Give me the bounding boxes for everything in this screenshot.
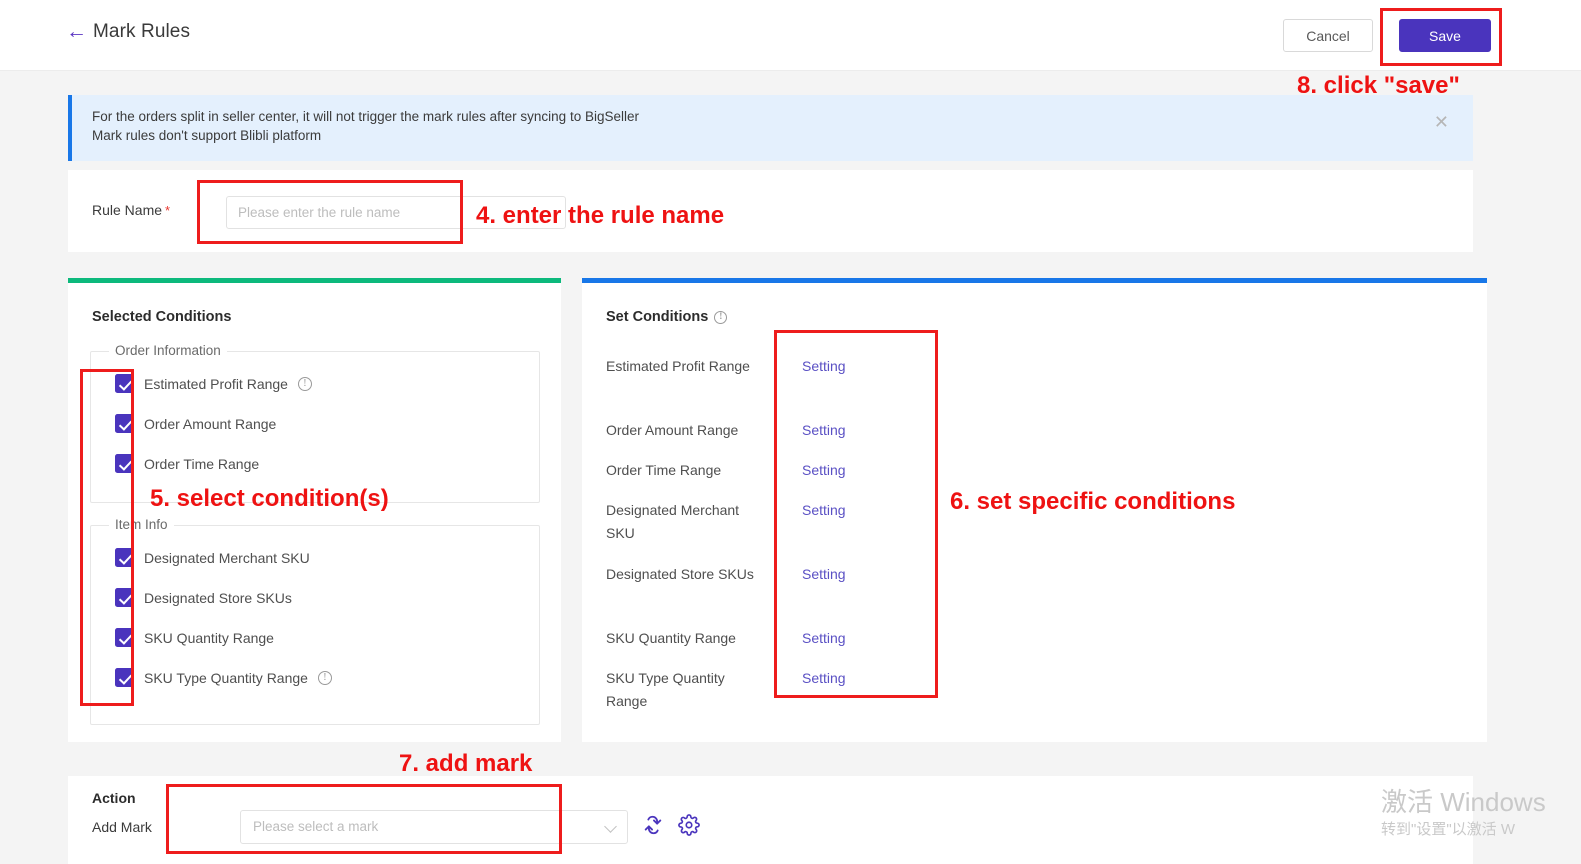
condition-name: SKU Quantity Range [606,630,736,646]
checkbox-icon[interactable] [115,588,134,607]
checkbox-icon[interactable] [115,414,134,433]
checkbox-label: SKU Quantity Range [144,629,274,646]
rule-name-label: Rule Name * [92,202,170,218]
set-conditions-heading: Set Conditions ! [606,309,728,325]
mark-select[interactable]: Please select a mark [240,810,628,844]
back-navigation[interactable]: ← Mark Rules [66,21,190,43]
condition-name: Order Time Range [606,462,722,478]
page-title: Mark Rules [93,21,191,42]
notice-text-line1: For the orders split in seller center, i… [92,109,639,124]
checkbox-label: SKU Type Quantity Range [144,669,308,686]
group-order-information: Order Information Estimated Profit Range… [90,343,540,503]
setting-link[interactable]: Setting [802,627,846,650]
rule-name-input[interactable] [226,196,566,229]
checkbox-label: Designated Merchant SKU [144,549,310,566]
setting-link[interactable]: Setting [802,459,846,482]
action-card: Action Add Mark Please select a mark [68,776,1473,864]
setting-link[interactable]: Setting [802,419,846,442]
checkbox-icon[interactable] [115,374,134,393]
checkbox-label: Order Amount Range [144,415,277,432]
checkbox-icon[interactable] [115,668,134,687]
condition-name: Designated Store SKUs [606,566,754,582]
checkbox-icon[interactable] [115,548,134,567]
refresh-icon[interactable] [642,814,664,841]
mark-select-placeholder: Please select a mark [253,819,379,834]
info-icon[interactable]: ! [297,376,312,391]
info-icon[interactable]: ! [317,670,332,685]
group-order-information-legend: Order Information [109,343,227,358]
save-button[interactable]: Save [1399,19,1491,52]
checkbox-order-time-range[interactable]: Order Time Range [115,454,259,473]
setting-link[interactable]: Setting [802,667,846,690]
add-mark-label: Add Mark [92,819,152,835]
condition-name: Estimated Profit Range [606,358,750,374]
notice-text-line2: Mark rules don't support Blibli platform [92,128,322,143]
setting-link[interactable]: Setting [802,355,846,378]
checkbox-sku-type-quantity-range[interactable]: SKU Type Quantity Range ! [115,668,332,687]
annotation-step-7: 7. add mark [399,750,533,777]
gear-icon[interactable] [678,814,700,841]
set-conditions-card: Set Conditions ! Estimated Profit Range … [582,278,1487,742]
set-conditions-heading-text: Set Conditions [606,309,709,325]
condition-name: Designated Merchant SKU [606,502,740,541]
checkbox-label: Order Time Range [144,455,260,472]
checkbox-label: Designated Store SKUs [144,589,292,606]
selected-conditions-card: Selected Conditions Order Information Es… [68,278,561,742]
notice-banner: For the orders split in seller center, i… [68,95,1473,161]
cancel-button[interactable]: Cancel [1283,19,1373,52]
condition-name: SKU Type Quantity Range [606,670,725,709]
checkbox-designated-merchant-sku[interactable]: Designated Merchant SKU [115,548,310,567]
checkbox-icon[interactable] [115,454,134,473]
selected-conditions-heading: Selected Conditions [92,309,231,325]
checkbox-icon[interactable] [115,628,134,647]
rule-name-card: Rule Name * [68,170,1473,252]
page-header: ← Mark Rules Cancel Save [0,0,1581,71]
action-heading: Action [92,790,136,806]
setting-link[interactable]: Setting [802,499,846,522]
chevron-down-icon[interactable] [604,820,617,833]
group-item-info-legend: Item Info [109,517,174,532]
selected-conditions-heading-text: Selected Conditions [92,309,232,325]
condition-name: Order Amount Range [606,422,739,438]
required-asterisk: * [165,203,171,218]
info-icon[interactable]: ! [714,310,728,324]
back-arrow-icon[interactable]: ← [66,21,87,42]
checkbox-order-amount-range[interactable]: Order Amount Range [115,414,276,433]
checkbox-sku-quantity-range[interactable]: SKU Quantity Range [115,628,274,647]
group-item-info: Item Info Designated Merchant SKU Design… [90,517,540,725]
close-icon[interactable]: ✕ [1434,113,1449,131]
checkbox-label: Estimated Profit Range [144,375,288,392]
page-root: ← Mark Rules Cancel Save For the orders … [0,0,1581,864]
setting-link[interactable]: Setting [802,563,846,586]
rule-name-label-text: Rule Name [92,202,163,218]
checkbox-designated-store-skus[interactable]: Designated Store SKUs [115,588,292,607]
checkbox-estimated-profit-range[interactable]: Estimated Profit Range ! [115,374,312,393]
